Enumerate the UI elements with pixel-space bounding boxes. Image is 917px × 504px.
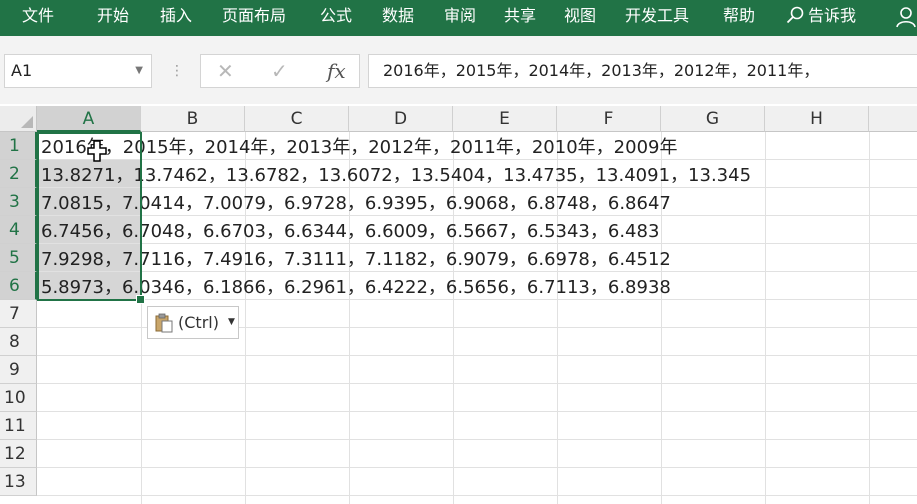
formula-input[interactable]: 2016年，2015年，2014年，2013年，2012年，2011年，	[368, 54, 917, 88]
row-header-10[interactable]: 10	[0, 384, 37, 412]
fill-handle[interactable]	[136, 295, 145, 304]
worksheet-grid[interactable]: 2016年，2015年，2014年，2013年，2012年，2011年，2010…	[37, 132, 917, 504]
enter-button[interactable]: ✓	[271, 59, 288, 83]
tab-insert[interactable]: 插入	[160, 5, 192, 27]
cancel-button[interactable]: ✕	[217, 59, 234, 83]
select-all-button[interactable]	[0, 106, 37, 132]
column-header-h[interactable]: H	[765, 106, 869, 132]
tab-data[interactable]: 数据	[382, 5, 414, 27]
name-box-value: A1	[11, 61, 33, 80]
row-header-3[interactable]: 3	[0, 188, 37, 216]
chevron-down-icon: ▼	[228, 317, 235, 327]
cross-cursor-icon	[87, 140, 107, 162]
ribbon-tabs: 文件 开始 插入 页面布局 公式 数据 审阅 共享 视图 开发工具 帮助 告诉我	[0, 0, 917, 36]
row-header-6[interactable]: 6	[0, 272, 37, 300]
insert-function-button[interactable]: fx	[327, 58, 346, 84]
row-header-5[interactable]: 5	[0, 244, 37, 272]
column-header-i[interactable]	[869, 106, 917, 132]
chevron-down-icon[interactable]: ▼	[135, 55, 143, 87]
column-header-g[interactable]: G	[661, 106, 765, 132]
paste-options-label: (Ctrl)	[178, 313, 219, 332]
row-header-4[interactable]: 4	[0, 216, 37, 244]
search-icon	[786, 6, 804, 24]
column-header-d[interactable]: D	[349, 106, 453, 132]
column-header-c[interactable]: C	[245, 106, 349, 132]
cell-a2[interactable]: 13.8271，13.7462，13.6782，13.6072，13.5404，…	[41, 162, 751, 190]
paste-options-button[interactable]: (Ctrl) ▼	[147, 306, 239, 339]
row-header-8[interactable]: 8	[0, 328, 37, 356]
row-header-9[interactable]: 9	[0, 356, 37, 384]
user-icon[interactable]	[896, 6, 916, 32]
more-options-icon[interactable]: ⋮	[170, 61, 184, 81]
column-header-e[interactable]: E	[453, 106, 557, 132]
tab-formulas[interactable]: 公式	[320, 5, 352, 27]
clipboard-icon	[155, 313, 173, 333]
row-header-2[interactable]: 2	[0, 160, 37, 188]
tab-page-layout[interactable]: 页面布局	[222, 5, 286, 27]
column-header-b[interactable]: B	[141, 106, 245, 132]
column-header-f[interactable]: F	[557, 106, 661, 132]
row-header-7[interactable]: 7	[0, 300, 37, 328]
tab-home[interactable]: 开始	[97, 5, 129, 27]
tab-view[interactable]: 视图	[564, 5, 596, 27]
tab-developer[interactable]: 开发工具	[625, 5, 689, 27]
column-header-a[interactable]: A	[37, 106, 141, 132]
row-header-13[interactable]: 13	[0, 468, 37, 496]
row-header-12[interactable]: 12	[0, 440, 37, 468]
tell-me-box[interactable]: 告诉我	[786, 5, 856, 27]
name-box[interactable]: A1 ▼	[4, 54, 152, 88]
tab-share[interactable]: 共享	[504, 5, 536, 27]
row-header-1[interactable]: 1	[0, 132, 37, 160]
row-header-11[interactable]: 11	[0, 412, 37, 440]
tab-help[interactable]: 帮助	[723, 5, 755, 27]
tell-me-label: 告诉我	[808, 6, 857, 25]
tab-review[interactable]: 审阅	[444, 5, 476, 27]
tab-file[interactable]: 文件	[22, 5, 54, 27]
formula-buttons: ✕ ✓ fx	[200, 54, 360, 88]
